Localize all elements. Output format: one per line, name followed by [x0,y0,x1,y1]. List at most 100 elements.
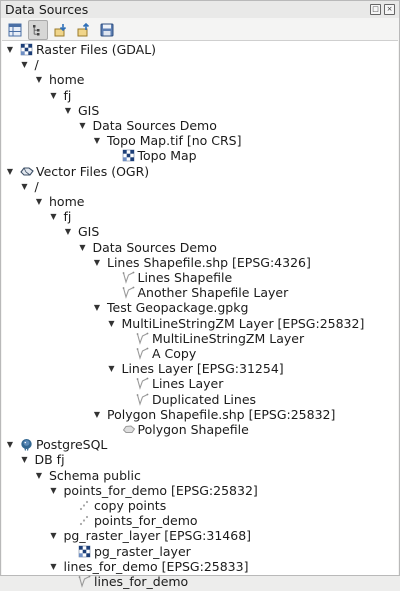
chevron-down-icon[interactable]: ▼ [49,483,59,498]
float-icon[interactable]: □ [370,4,381,15]
tree-row[interactable]: ▼ GIS [2,103,398,118]
close-icon[interactable]: × [384,4,395,15]
line-layer-icon [122,286,135,300]
tree-row-label: Topo Map.tif [no CRS] [107,133,242,149]
chevron-down-icon[interactable]: ▼ [5,42,15,57]
chevron-down-icon[interactable]: ▼ [34,194,44,209]
tree-row[interactable]: Lines Layer [2,376,398,391]
panel-titlebar: Data Sources □ × [1,1,399,18]
tree-row[interactable]: pg_raster_layer [2,544,398,559]
chevron-down-icon[interactable]: ▼ [34,468,44,483]
tree-row[interactable]: ▼ Test Geopackage.gpkg [2,300,398,315]
tree-row-label: home [49,72,85,88]
tree-row[interactable]: ▼ Lines Shapefile.shp [EPSG:4326] [2,255,398,270]
chevron-down-icon[interactable]: ▼ [63,103,73,118]
data-source-tree[interactable]: ▼ Raster Files (GDAL) ▼ / ▼ home ▼ fj ▼ GIS ▼ Data … [2,40,398,589]
chevron-down-icon[interactable]: ▼ [20,452,30,467]
tree-row[interactable]: ▼ Topo Map.tif [no CRS] [2,133,398,148]
tree-row[interactable]: Lines Shapefile [2,270,398,285]
tree-row-label: Another Shapefile Layer [137,285,289,301]
toolbar [5,20,117,40]
tree-row[interactable]: ▼ MultiLineStringZM Layer [EPSG:25832] [2,316,398,331]
tree-row[interactable]: ▼ Schema public [2,468,398,483]
tree-row-label: Schema public [49,467,141,483]
tree-row-label: Topo Map [137,148,197,164]
chevron-down-icon[interactable]: ▼ [92,407,102,422]
chevron-down-icon[interactable]: ▼ [78,240,88,255]
chevron-down-icon[interactable]: ▼ [63,224,73,239]
chevron-down-icon[interactable]: ▼ [34,72,44,87]
tree-row[interactable]: ▼ fj [2,209,398,224]
tree-row[interactable]: ▼ Raster Files (GDAL) [2,42,398,57]
tree-row-label: Lines Shapefile [137,270,233,285]
tree-row-label: pg_raster_layer [EPSG:31468] [63,528,252,544]
tree-row[interactable]: ▼ Lines Layer [EPSG:31254] [2,361,398,376]
tree-row-label: Polygon Shapefile.shp [EPSG:25832] [107,406,336,422]
tree-row[interactable]: ▼ home [2,194,398,209]
point-layer-icon [78,499,91,512]
tree-row-label: Raster Files (GDAL) [36,42,157,57]
tree-row[interactable]: ▼ / [2,179,398,194]
tree-row-label: lines_for_demo [94,574,189,589]
import-icon [54,24,67,37]
postgres-icon [20,438,33,451]
tree-row[interactable]: ▼ pg_raster_layer [EPSG:31468] [2,528,398,543]
tree-row[interactable]: ▼ DB fj [2,452,398,467]
chevron-down-icon[interactable]: ▼ [49,528,59,543]
chevron-down-icon[interactable]: ▼ [107,316,117,331]
tree-row[interactable]: ▼ Data Sources Demo [2,240,398,255]
chevron-down-icon[interactable]: ▼ [49,209,59,224]
panel-title: Data Sources [5,2,89,17]
tree-row-label: Test Geopackage.gpkg [107,300,249,316]
tree-row[interactable]: ▼ Polygon Shapefile.shp [EPSG:25832] [2,407,398,422]
tree-row[interactable]: ▼ home [2,72,398,87]
tree-row-label: GIS [78,102,100,118]
tree-row[interactable]: Polygon Shapefile [2,422,398,437]
tree-row-label: Polygon Shapefile [137,422,249,437]
chevron-down-icon[interactable]: ▼ [92,133,102,148]
chevron-down-icon[interactable]: ▼ [92,255,102,270]
tree-row-label: A Copy [152,346,197,361]
save-button[interactable] [97,20,117,40]
tree-row-label: Duplicated Lines [152,391,257,407]
tree-row[interactable]: Another Shapefile Layer [2,285,398,300]
export-button[interactable] [74,20,94,40]
tree-row[interactable]: ▼ lines_for_demo [EPSG:25833] [2,559,398,574]
line-layer-icon [122,271,135,284]
tree-row[interactable]: ▼ Vector Files (OGR) [2,164,398,179]
tree-row-label: Lines Layer [EPSG:31254] [121,361,284,377]
chevron-down-icon[interactable]: ▼ [5,437,15,452]
tree-row[interactable]: Duplicated Lines [2,392,398,407]
tree-row-label: points_for_demo [94,513,198,529]
import-button[interactable] [51,20,71,40]
tree-row[interactable]: ▼ PostgreSQL [2,437,398,452]
tree-row[interactable]: ▼ points_for_demo [EPSG:25832] [2,483,398,498]
tree-row[interactable]: copy points [2,498,398,513]
tree-row[interactable]: lines_for_demo [2,574,398,589]
tree-row[interactable]: ▼ Data Sources Demo [2,118,398,133]
tree-view-button[interactable] [28,20,48,40]
raster-icon [122,149,135,162]
chevron-down-icon[interactable]: ▼ [20,57,30,72]
vector-icon [20,165,34,178]
chevron-down-icon[interactable]: ▼ [49,559,59,574]
tree-row[interactable]: MultiLineStringZM Layer [2,331,398,346]
tree-row[interactable]: Topo Map [2,148,398,163]
tree-row[interactable]: ▼ GIS [2,224,398,239]
line-layer-icon [136,393,149,406]
tree-row-label: lines_for_demo [EPSG:25833] [63,558,249,574]
chevron-down-icon[interactable]: ▼ [49,88,59,103]
chevron-down-icon[interactable]: ▼ [20,179,30,194]
table-view-button[interactable] [5,20,25,40]
tree-row-label: Vector Files (OGR) [36,163,150,179]
chevron-down-icon[interactable]: ▼ [107,361,117,376]
tree-row-label: PostgreSQL [36,437,108,453]
chevron-down-icon[interactable]: ▼ [78,118,88,133]
tree-row[interactable]: points_for_demo [2,513,398,528]
chevron-down-icon[interactable]: ▼ [5,164,15,179]
tree-row[interactable]: ▼ / [2,57,398,72]
tree-row[interactable]: ▼ fj [2,88,398,103]
tree-row[interactable]: A Copy [2,346,398,361]
chevron-down-icon[interactable]: ▼ [92,300,102,315]
tree-row-label: DB fj [34,452,65,468]
